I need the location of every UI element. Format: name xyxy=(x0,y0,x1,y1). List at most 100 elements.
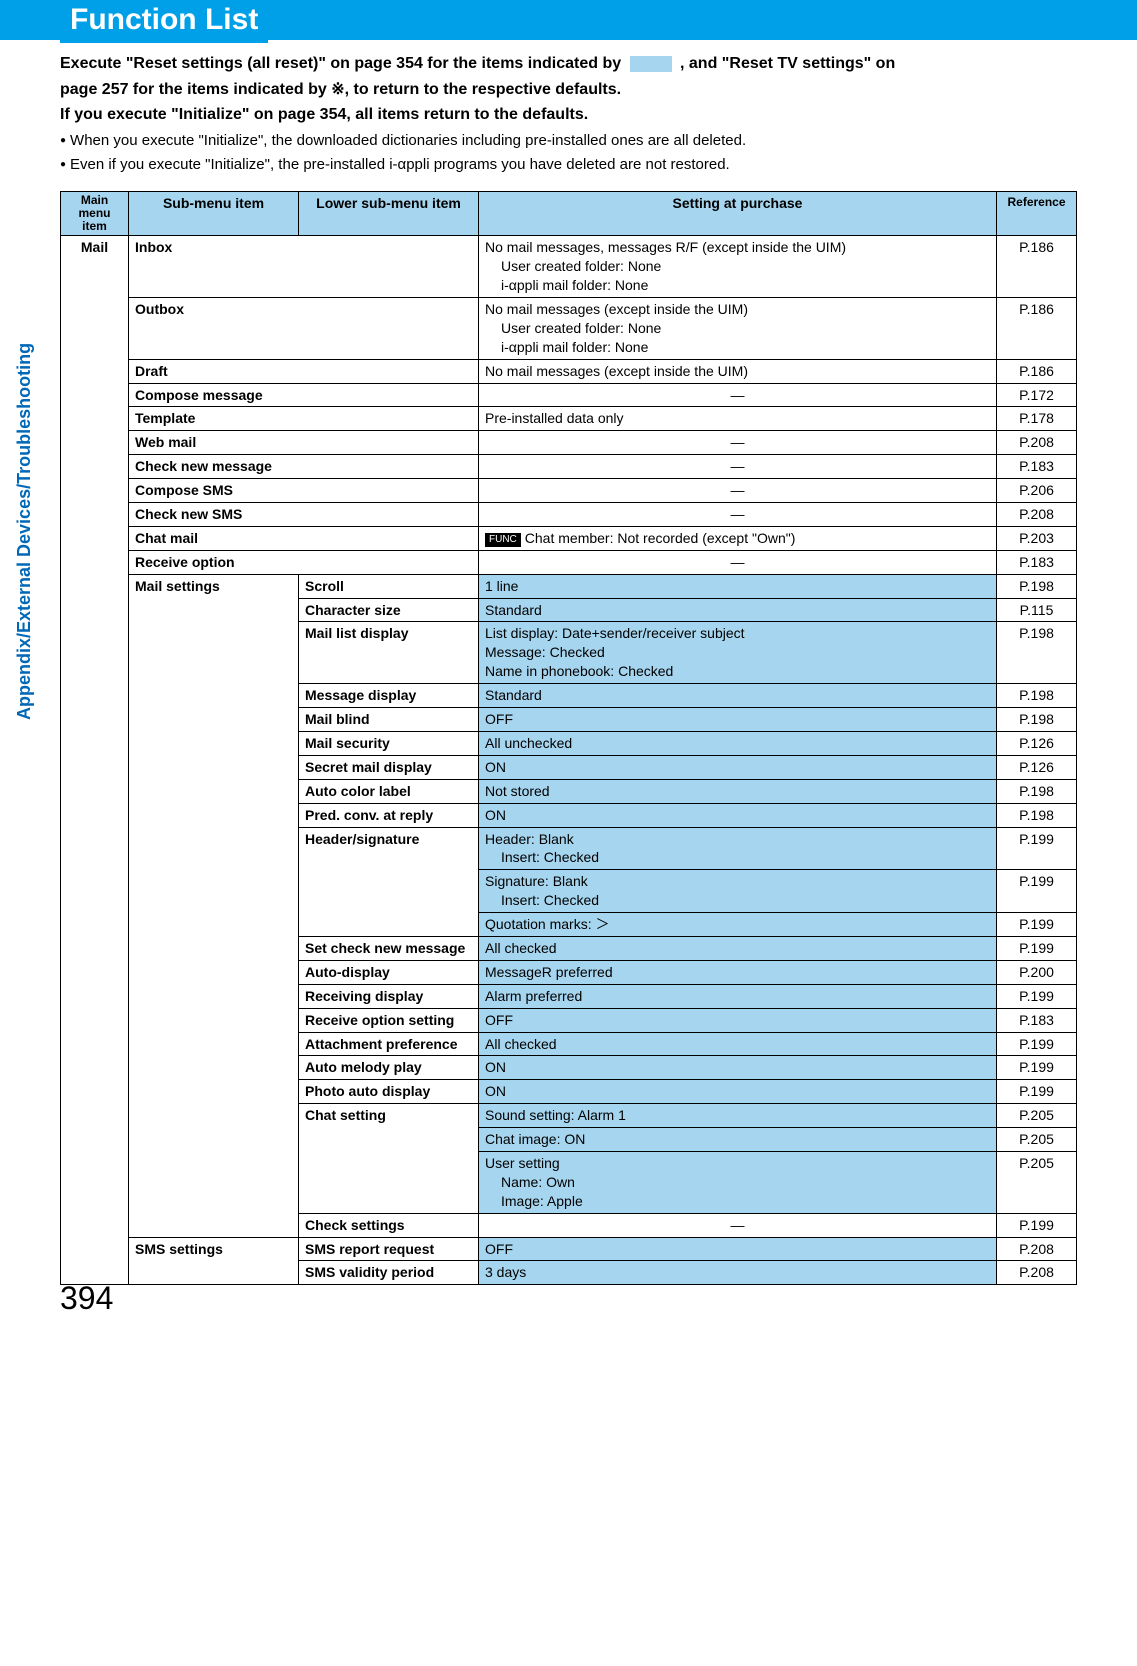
table-row: Compose message — P.172 xyxy=(61,383,1077,407)
ref-cell: P.198 xyxy=(997,708,1077,732)
ref-cell: P.183 xyxy=(997,455,1077,479)
ref-cell: P.199 xyxy=(997,1080,1077,1104)
setting-cell: Not stored xyxy=(479,779,997,803)
ref-cell: P.203 xyxy=(997,526,1077,550)
setting-cell: MessageR preferred xyxy=(479,960,997,984)
setting-cell: Signature: Blank Insert: Checked xyxy=(479,870,997,913)
ref-cell: P.199 xyxy=(997,913,1077,937)
setting-cell: No mail messages, messages R/F (except i… xyxy=(479,236,997,298)
setting-cell: Quotation marks: ＞ xyxy=(479,913,997,937)
setting-cell: Standard xyxy=(479,684,997,708)
setting-cell: — xyxy=(479,455,997,479)
ref-cell: P.199 xyxy=(997,1056,1077,1080)
setting-cell: — xyxy=(479,479,997,503)
lower-cell: Mail list display xyxy=(299,622,479,684)
header-sub: Sub-menu item xyxy=(129,191,299,236)
ref-cell: P.199 xyxy=(997,1213,1077,1237)
lower-cell: Header/signature xyxy=(299,827,479,936)
lower-cell: SMS report request xyxy=(299,1237,479,1261)
setting-cell: — xyxy=(479,503,997,527)
intro-line-3: If you execute "Initialize" on page 354,… xyxy=(60,106,588,123)
main-menu-cell: Mail xyxy=(61,236,129,1285)
lower-cell: Photo auto display xyxy=(299,1080,479,1104)
lower-cell: Receiving display xyxy=(299,984,479,1008)
ref-cell: P.205 xyxy=(997,1151,1077,1213)
setting-cell: — xyxy=(479,550,997,574)
sidebar-section-label: Appendix/External Devices/Troubleshootin… xyxy=(14,343,35,720)
ref-cell: P.200 xyxy=(997,960,1077,984)
table-row: Mail settings Scroll 1 line P.198 xyxy=(61,574,1077,598)
table-row: Compose SMS — P.206 xyxy=(61,479,1077,503)
table-row: Receive option — P.183 xyxy=(61,550,1077,574)
ref-cell: P.183 xyxy=(997,1008,1077,1032)
ref-cell: P.186 xyxy=(997,359,1077,383)
setting-cell: Alarm preferred xyxy=(479,984,997,1008)
sub-cell: Check new message xyxy=(129,455,479,479)
setting-cell: ON xyxy=(479,1056,997,1080)
table-row: Check new message — P.183 xyxy=(61,455,1077,479)
lower-cell: Auto-display xyxy=(299,960,479,984)
page-title: Function List xyxy=(60,0,268,43)
setting-cell: OFF xyxy=(479,1237,997,1261)
sub-cell: Receive option xyxy=(129,550,479,574)
lower-cell: Mail security xyxy=(299,731,479,755)
sub-cell: Inbox xyxy=(129,236,479,298)
setting-cell: ON xyxy=(479,803,997,827)
ref-cell: P.205 xyxy=(997,1128,1077,1152)
lower-cell: Message display xyxy=(299,684,479,708)
intro-line-1a: Execute "Reset settings (all reset)" on … xyxy=(60,55,626,72)
page-number: 394 xyxy=(60,1280,113,1317)
lower-cell: Check settings xyxy=(299,1213,479,1237)
ref-cell: P.198 xyxy=(997,803,1077,827)
lower-cell: Receive option setting xyxy=(299,1008,479,1032)
ref-cell: P.208 xyxy=(997,431,1077,455)
setting-cell: All checked xyxy=(479,1032,997,1056)
setting-cell: FUNCChat member: Not recorded (except "O… xyxy=(479,526,997,550)
setting-cell: — xyxy=(479,431,997,455)
ref-cell: P.199 xyxy=(997,827,1077,870)
setting-cell: OFF xyxy=(479,1008,997,1032)
table-row: Web mail — P.208 xyxy=(61,431,1077,455)
ref-cell: P.206 xyxy=(997,479,1077,503)
lower-cell: Chat setting xyxy=(299,1104,479,1213)
ref-cell: P.198 xyxy=(997,622,1077,684)
sub-cell: Mail settings xyxy=(129,574,299,1237)
lower-cell: Auto melody play xyxy=(299,1056,479,1080)
header-main: Main menu item xyxy=(61,191,129,236)
ref-cell: P.198 xyxy=(997,684,1077,708)
sub-cell: Chat mail xyxy=(129,526,479,550)
setting-cell: No mail messages (except inside the UIM)… xyxy=(479,298,997,360)
setting-cell: All checked xyxy=(479,936,997,960)
sub-cell: Web mail xyxy=(129,431,479,455)
intro-bullet-1: When you execute "Initialize", the downl… xyxy=(60,130,1077,153)
ref-cell: P.199 xyxy=(997,984,1077,1008)
sub-cell: Check new SMS xyxy=(129,503,479,527)
setting-cell: 3 days xyxy=(479,1261,997,1285)
setting-cell: No mail messages (except inside the UIM) xyxy=(479,359,997,383)
lower-cell: Auto color label xyxy=(299,779,479,803)
lower-cell: Attachment preference xyxy=(299,1032,479,1056)
func-badge-icon: FUNC xyxy=(485,533,521,547)
setting-cell: Header: Blank Insert: Checked xyxy=(479,827,997,870)
table-row: Mail Inbox No mail messages, messages R/… xyxy=(61,236,1077,298)
setting-cell: Standard xyxy=(479,598,997,622)
ref-cell: P.208 xyxy=(997,503,1077,527)
ref-cell: P.115 xyxy=(997,598,1077,622)
lower-cell: Scroll xyxy=(299,574,479,598)
lower-cell: SMS validity period xyxy=(299,1261,479,1285)
sub-cell: Draft xyxy=(129,359,479,383)
setting-cell: Chat image: ON xyxy=(479,1128,997,1152)
lower-cell: Mail blind xyxy=(299,708,479,732)
ref-cell: P.208 xyxy=(997,1237,1077,1261)
setting-cell: 1 line xyxy=(479,574,997,598)
table-row: Template Pre-installed data only P.178 xyxy=(61,407,1077,431)
ref-cell: P.205 xyxy=(997,1104,1077,1128)
ref-cell: P.199 xyxy=(997,936,1077,960)
setting-cell: Pre-installed data only xyxy=(479,407,997,431)
header-setting: Setting at purchase xyxy=(479,191,997,236)
lower-cell: Pred. conv. at reply xyxy=(299,803,479,827)
function-list-table: Main menu item Sub-menu item Lower sub-m… xyxy=(60,191,1077,1286)
lower-cell: Character size xyxy=(299,598,479,622)
ref-cell: P.172 xyxy=(997,383,1077,407)
intro-line-2: page 257 for the items indicated by ※, t… xyxy=(60,81,621,98)
